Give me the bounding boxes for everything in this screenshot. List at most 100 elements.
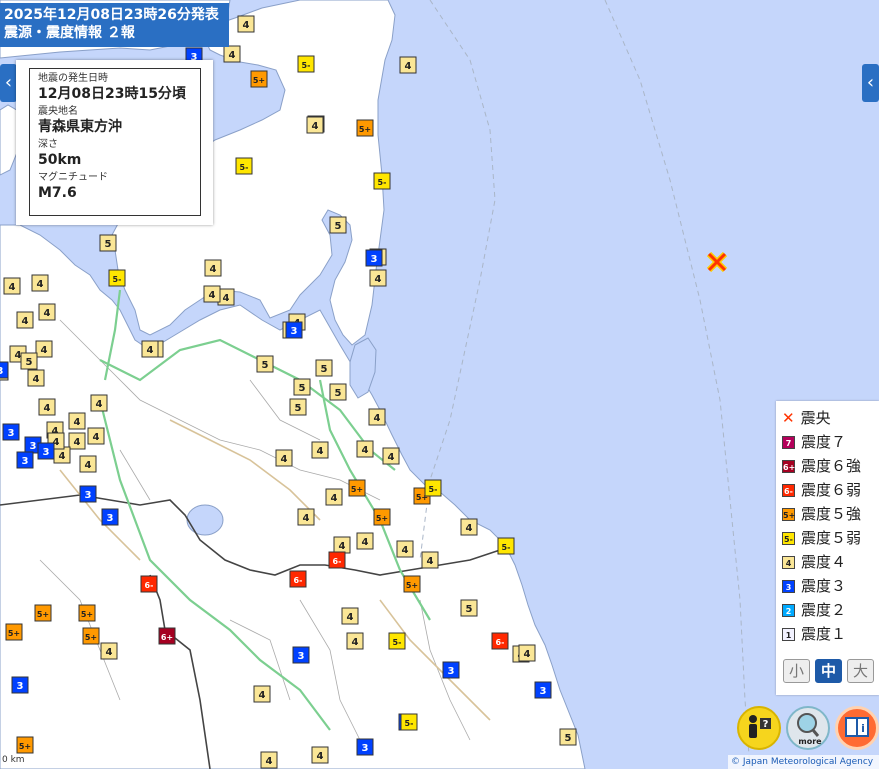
intensity-marker[interactable]: 4: [79, 455, 97, 473]
intensity-marker[interactable]: 5+: [34, 604, 52, 622]
intensity-marker[interactable]: 3: [0, 361, 9, 379]
intensity-marker[interactable]: 5-: [373, 172, 391, 190]
size-small-button[interactable]: 小: [783, 659, 810, 683]
intensity-marker[interactable]: 4: [31, 274, 49, 292]
intensity-marker[interactable]: 4: [311, 441, 329, 459]
intensity-marker[interactable]: 4: [333, 536, 351, 554]
more-button[interactable]: more: [786, 706, 830, 750]
intensity-marker[interactable]: 4: [297, 508, 315, 526]
intensity-marker[interactable]: 5+: [403, 575, 421, 593]
intensity-marker[interactable]: 4: [306, 116, 324, 134]
intensity-marker[interactable]: 5+: [78, 604, 96, 622]
intensity-marker[interactable]: 5: [329, 383, 347, 401]
intensity-marker[interactable]: 4: [382, 447, 400, 465]
intensity-marker[interactable]: 4: [253, 685, 271, 703]
intensity-marker[interactable]: 4: [237, 15, 255, 33]
intensity-marker[interactable]: 5+: [373, 508, 391, 526]
copyright-link[interactable]: © Japan Meteorological Agency: [728, 755, 879, 769]
info-button[interactable]: i: [835, 706, 879, 750]
intensity-marker[interactable]: 4: [356, 532, 374, 550]
intensity-marker[interactable]: 4: [275, 449, 293, 467]
intensity-marker[interactable]: 5-: [400, 713, 418, 731]
intensity-marker[interactable]: 4: [203, 285, 221, 303]
intensity-marker[interactable]: 3: [79, 485, 97, 503]
size-large-button[interactable]: 大: [847, 659, 874, 683]
intensity-marker[interactable]: 4: [27, 369, 45, 387]
intensity-marker[interactable]: 4: [223, 45, 241, 63]
intensity-marker[interactable]: 5-: [424, 479, 442, 497]
intensity-marker[interactable]: 3: [292, 646, 310, 664]
intensity-marker[interactable]: 5+: [356, 119, 374, 137]
intensity-marker[interactable]: 5-: [497, 537, 515, 555]
intensity-marker[interactable]: 4: [68, 432, 86, 450]
intensity-marker[interactable]: 4: [396, 540, 414, 558]
intensity-marker[interactable]: 4: [356, 440, 374, 458]
intensity-marker[interactable]: 5: [329, 216, 347, 234]
intensity-marker[interactable]: 4: [141, 340, 159, 358]
intensity-marker[interactable]: 4: [399, 56, 417, 74]
intensity-marker[interactable]: 3: [365, 249, 383, 267]
intensity-marker[interactable]: 5+: [16, 736, 34, 754]
intensity-marker[interactable]: 4: [87, 427, 105, 445]
intensity-marker[interactable]: 5: [293, 378, 311, 396]
intensity-marker[interactable]: 4: [369, 269, 387, 287]
intensity-marker-label: 4: [362, 537, 369, 548]
intensity-marker[interactable]: 6-: [140, 575, 158, 593]
intensity-marker-label: 4: [223, 293, 230, 304]
intensity-marker-label: 5-: [393, 638, 402, 647]
intensity-marker[interactable]: 5: [559, 728, 577, 746]
intensity-marker[interactable]: 4: [311, 746, 329, 764]
intensity-marker[interactable]: 3: [37, 442, 55, 460]
intensity-marker[interactable]: 4: [346, 632, 364, 650]
intensity-marker[interactable]: 5: [20, 352, 38, 370]
intensity-marker[interactable]: 4: [341, 607, 359, 625]
intensity-marker[interactable]: 6-: [491, 632, 509, 650]
intensity-marker[interactable]: 3: [11, 676, 29, 694]
intensity-marker[interactable]: 3: [285, 321, 303, 339]
intensity-marker[interactable]: 4: [35, 340, 53, 358]
intensity-marker[interactable]: 4: [38, 303, 56, 321]
intensity-marker[interactable]: 5: [99, 234, 117, 252]
intensity-marker[interactable]: 5-: [388, 632, 406, 650]
intensity-marker-label: 4: [303, 513, 310, 524]
intensity-marker[interactable]: 5+: [5, 623, 23, 641]
intensity-marker[interactable]: 5: [256, 355, 274, 373]
intensity-marker[interactable]: 4: [518, 644, 536, 662]
intensity-marker[interactable]: 3: [16, 451, 34, 469]
intensity-marker[interactable]: 3: [442, 661, 460, 679]
intensity-marker[interactable]: 3: [2, 423, 20, 441]
intensity-marker[interactable]: 5+: [82, 627, 100, 645]
intensity-marker[interactable]: 5-: [108, 269, 126, 287]
intensity-marker-label: 4: [33, 374, 40, 385]
intensity-marker[interactable]: 4: [325, 488, 343, 506]
intensity-marker[interactable]: 4: [90, 394, 108, 412]
intensity-marker[interactable]: 4: [16, 311, 34, 329]
intensity-marker[interactable]: 4: [368, 408, 386, 426]
intensity-marker[interactable]: 5+: [250, 70, 268, 88]
size-medium-button[interactable]: 中: [815, 659, 842, 683]
intensity-marker[interactable]: 4: [100, 642, 118, 660]
intensity-marker[interactable]: 3: [534, 681, 552, 699]
intensity-marker[interactable]: 5-: [235, 157, 253, 175]
intensity-marker[interactable]: 3: [356, 738, 374, 756]
intensity-marker[interactable]: 3: [101, 508, 119, 526]
intensity-marker[interactable]: 6+: [158, 627, 176, 645]
intensity-marker[interactable]: 4: [421, 551, 439, 569]
help-button[interactable]: ?: [737, 706, 781, 750]
intensity-marker[interactable]: 5-: [297, 55, 315, 73]
intensity-marker[interactable]: 4: [68, 412, 86, 430]
intensity-marker[interactable]: 4: [38, 398, 56, 416]
intensity-marker-label: 4: [96, 399, 103, 410]
nav-right-button[interactable]: ‹: [862, 64, 879, 102]
intensity-marker[interactable]: 5: [460, 599, 478, 617]
intensity-marker[interactable]: 6-: [289, 570, 307, 588]
intensity-marker[interactable]: 5: [289, 398, 307, 416]
intensity-marker[interactable]: 4: [460, 518, 478, 536]
intensity-marker[interactable]: 6-: [328, 551, 346, 569]
intensity-marker[interactable]: 4: [3, 277, 21, 295]
intensity-marker[interactable]: 4: [204, 259, 222, 277]
intensity-marker[interactable]: 5: [315, 359, 333, 377]
nav-left-button[interactable]: ‹: [0, 64, 17, 102]
intensity-marker[interactable]: 4: [260, 751, 278, 769]
intensity-marker[interactable]: 5+: [348, 479, 366, 497]
